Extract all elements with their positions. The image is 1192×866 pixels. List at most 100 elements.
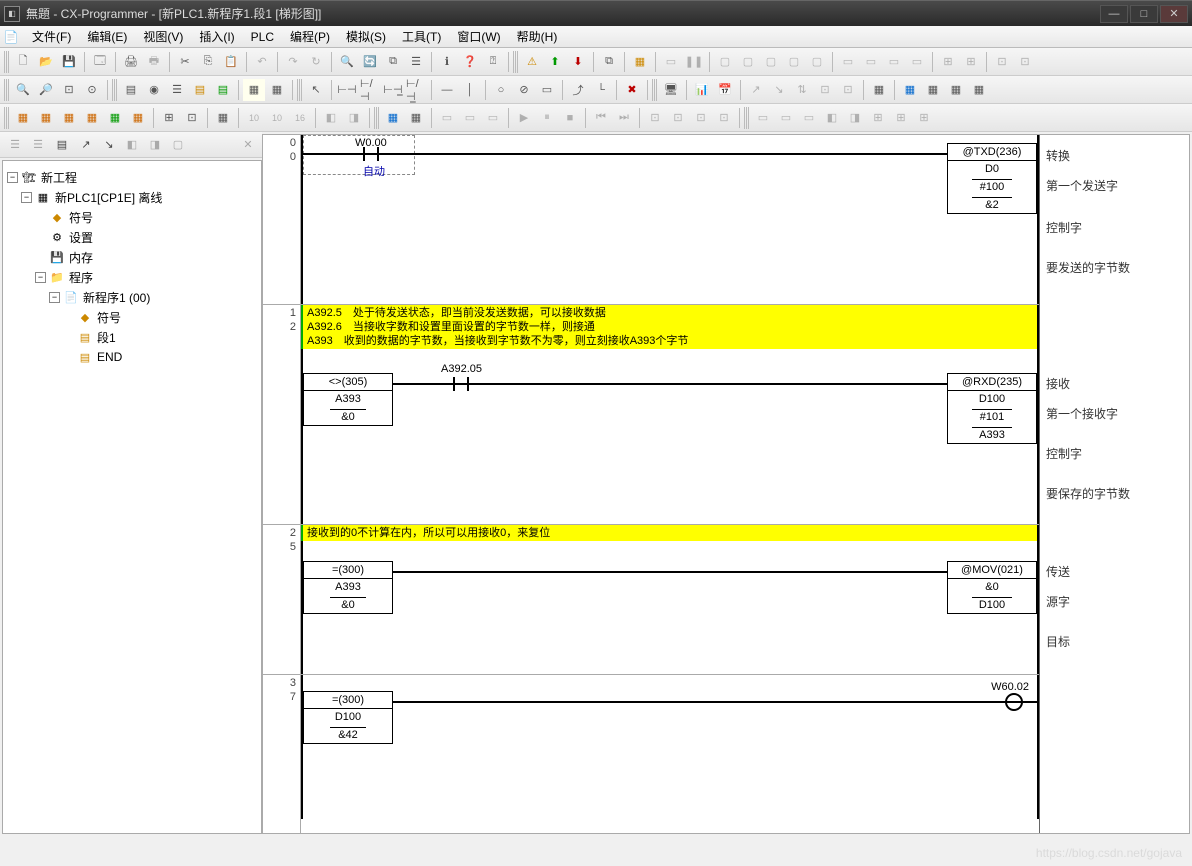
tb3-10[interactable]: 10 [243,107,265,129]
tt-c[interactable]: ▤ [51,134,73,156]
print-icon[interactable]: 🖨 [120,51,142,73]
tb3e[interactable]: ▦ [104,107,126,129]
tb3j[interactable]: ◧ [320,107,342,129]
menu-program[interactable]: 编程(P) [282,26,338,47]
context-help-icon[interactable]: ⍰ [482,51,504,73]
maximize-button[interactable]: □ [1130,5,1158,23]
tb2k[interactable]: 📊 [691,79,713,101]
rung-comment[interactable]: A392.5 处于待发送状态，即当前没发送数据，可以接收数据 A392.6 当接… [303,305,1037,349]
tb2o[interactable]: ⇅ [791,79,813,101]
tree-root[interactable]: 新工程 [41,169,77,186]
tb1k[interactable]: ▭ [906,51,928,73]
expand-icon[interactable]: − [7,172,18,183]
help-icon[interactable]: ❓ [459,51,481,73]
redo-icon[interactable]: ↷ [282,51,304,73]
tb3v[interactable]: ⊡ [690,107,712,129]
tb3n[interactable]: ▭ [436,107,458,129]
rung-comment[interactable]: 接收到的0不计算在内，所以可以用接收0，来复位 [303,525,1037,541]
tb3ad[interactable]: ⊞ [890,107,912,129]
tb3u[interactable]: ⊡ [667,107,689,129]
tb2v[interactable]: ▦ [968,79,990,101]
hline-icon[interactable]: — [436,79,458,101]
print-setup-icon[interactable]: 🖶 [143,51,165,73]
tb2s[interactable]: ▦ [899,79,921,101]
tb2i[interactable]: └ [590,79,612,101]
tb3l[interactable]: ▦ [382,107,404,129]
tt-d[interactable]: ↗ [75,134,97,156]
tb3a[interactable]: ▦ [12,107,34,129]
tb3k[interactable]: ◨ [343,107,365,129]
xref-icon[interactable]: ⧉ [382,51,404,73]
tb3r[interactable]: ⏮ [590,107,612,129]
tb3f[interactable]: ▦ [127,107,149,129]
tb1c[interactable]: ▢ [714,51,736,73]
copy-icon[interactable]: ⎘ [197,51,219,73]
tree-sub[interactable]: 符号 [97,309,121,326]
zoom-100-icon[interactable]: ⊙ [81,79,103,101]
expand-icon[interactable]: − [49,292,60,303]
tb2e[interactable]: ▤ [212,79,234,101]
tt-b[interactable]: ☰ [27,134,49,156]
tb3i[interactable]: ▦ [212,107,234,129]
pause-icon[interactable]: ❚❚ [683,51,705,73]
tb2a[interactable]: ▤ [120,79,142,101]
contact-no-icon[interactable]: ⊢⊣ [336,79,358,101]
compare-icon[interactable]: ⧉ [598,51,620,73]
menu-plc[interactable]: PLC [243,28,282,46]
tb3q[interactable]: ⏸ [536,107,558,129]
menu-window[interactable]: 窗口(W) [449,26,508,47]
transfer-icon[interactable]: ⬆ [544,51,566,73]
project-tree[interactable]: −🏗新工程 −▦新PLC1[CP1E] 离线 ◆符号 ⚙设置 💾内存 −📁程序 … [2,160,262,834]
tb2r[interactable]: ▦ [868,79,890,101]
coil-icon[interactable]: ○ [490,79,512,101]
function-block[interactable]: @RXD(235) D100 #101 A393 [947,373,1037,444]
paste-icon[interactable]: 📋 [220,51,242,73]
tb2m[interactable]: ↗ [745,79,767,101]
tb3-10b[interactable]: 10 [266,107,288,129]
menu-edit[interactable]: 编辑(E) [79,26,135,47]
contact-or-icon[interactable]: ⊢⊣̲ [382,79,404,101]
tb3z[interactable]: ▭ [798,107,820,129]
compare-block[interactable]: <>(305) A393 &0 [303,373,393,426]
find-icon[interactable]: 🔍 [336,51,358,73]
tb1j[interactable]: ▭ [883,51,905,73]
tt-h[interactable]: ▢ [167,134,189,156]
tb2h[interactable]: ⤴ [567,79,589,101]
compare-block[interactable]: =(300) D100 &42 [303,691,393,744]
tb2g[interactable]: ▦ [266,79,288,101]
tb2q[interactable]: ⊡ [837,79,859,101]
tb3c[interactable]: ▦ [58,107,80,129]
zoom-in-icon[interactable]: 🔍 [12,79,34,101]
tree-plc[interactable]: 新PLC1[CP1E] 离线 [55,189,162,206]
coil-nc-icon[interactable]: ⊘ [513,79,535,101]
tb1f[interactable]: ▢ [783,51,805,73]
tb1o[interactable]: ⊡ [1014,51,1036,73]
no-contact[interactable] [449,372,473,396]
replace-icon[interactable]: 🔄 [359,51,381,73]
open-file-icon[interactable]: 📂 [35,51,57,73]
tt-g[interactable]: ◨ [144,134,166,156]
zoom-out-icon[interactable]: 🔎 [35,79,57,101]
menu-help[interactable]: 帮助(H) [509,26,566,47]
monitor-icon[interactable]: ▦ [629,51,651,73]
print-preview-icon[interactable]: 🗔 [89,51,111,73]
tb2u[interactable]: ▦ [945,79,967,101]
tree-item[interactable]: 内存 [69,249,93,266]
tb2f[interactable]: ▦ [243,79,265,101]
undo-icon[interactable]: ↶ [251,51,273,73]
function-block[interactable]: @TXD(236) D0 #100 &2 [947,143,1037,214]
tb2d[interactable]: ▤ [189,79,211,101]
tb3x[interactable]: ▭ [752,107,774,129]
online-icon[interactable]: ⚠ [521,51,543,73]
tb1l[interactable]: ⊞ [937,51,959,73]
tb2c[interactable]: ☰ [166,79,188,101]
close-button[interactable]: ✕ [1160,5,1188,23]
contact-ornc-icon[interactable]: ⊢/⊣̲ [405,79,427,101]
zoom-fit-icon[interactable]: ⊡ [58,79,80,101]
cut-icon[interactable]: ✂ [174,51,196,73]
new-file-icon[interactable]: 🗋 [12,51,34,73]
save-icon[interactable]: 💾 [58,51,80,73]
tb3y[interactable]: ▭ [775,107,797,129]
vline-icon[interactable]: │ [459,79,481,101]
tree-prog[interactable]: 新程序1 (00) [83,289,150,306]
